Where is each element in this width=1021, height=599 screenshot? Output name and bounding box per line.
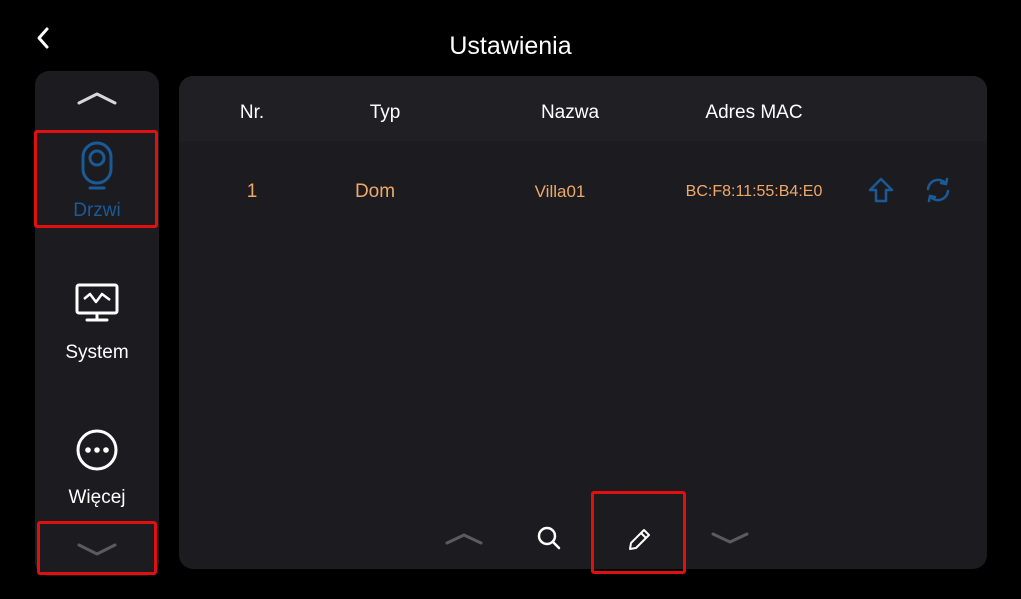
page-title: Ustawienia	[449, 32, 572, 60]
column-header-mac: Adres MAC	[705, 102, 803, 123]
upload-button[interactable]	[867, 176, 895, 204]
sidebar-item-wiecej[interactable]: Więcej	[35, 428, 159, 509]
sidebar-item-system[interactable]: System	[35, 283, 159, 364]
row-nazwa: Villa01	[534, 182, 586, 201]
row-nr: 1	[246, 181, 258, 202]
sidebar: Drzwi System Więcej	[35, 71, 159, 576]
chevron-down-icon	[77, 543, 117, 556]
sidebar-item-drzwi[interactable]: Drzwi	[35, 141, 159, 222]
column-header-nr: Nr.	[239, 102, 265, 123]
chevron-up-icon	[445, 533, 483, 545]
column-header-typ: Typ	[369, 102, 401, 123]
page-down-button[interactable]	[708, 521, 752, 557]
edit-icon	[629, 529, 650, 550]
search-icon	[537, 526, 561, 550]
chevron-down-icon	[711, 532, 749, 544]
doorbell-camera-icon	[81, 141, 113, 190]
column-header-nazwa: Nazwa	[540, 102, 600, 123]
sidebar-item-label: Więcej	[68, 487, 126, 508]
refresh-icon	[926, 177, 950, 203]
monitor-icon	[75, 283, 119, 322]
sidebar-item-label: System	[65, 342, 129, 363]
refresh-button[interactable]	[924, 176, 952, 204]
sidebar-item-label: Drzwi	[73, 200, 121, 221]
table-header: Nr. Typ Nazwa Adres MAC	[179, 76, 987, 141]
edit-button[interactable]	[623, 521, 655, 557]
upload-icon	[868, 177, 894, 203]
search-button[interactable]	[533, 521, 565, 557]
chevron-up-icon	[77, 92, 117, 105]
sidebar-scroll-down-button[interactable]	[35, 535, 159, 561]
row-mac: BC:F8:11:55:B4:E0	[685, 183, 823, 200]
more-dots-icon	[76, 429, 118, 471]
device-list-panel: Nr. Typ Nazwa Adres MAC 1 Dom Villa01 BC…	[179, 76, 987, 569]
page-up-button[interactable]	[442, 521, 486, 557]
sidebar-scroll-up-button[interactable]	[35, 81, 159, 107]
row-typ: Dom	[354, 181, 396, 202]
